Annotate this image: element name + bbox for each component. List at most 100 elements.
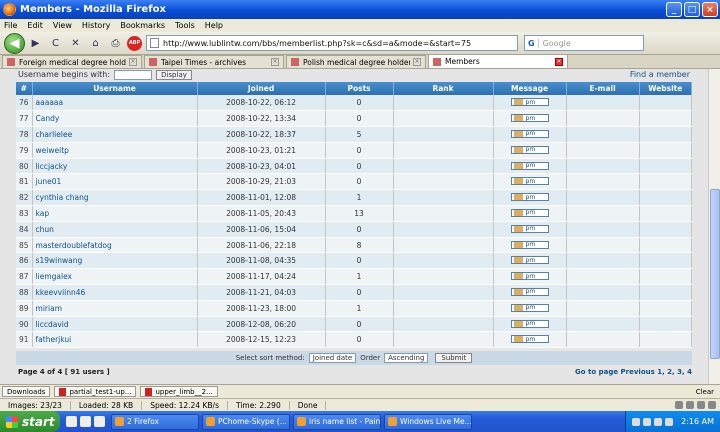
username-link[interactable]: liemgalex [32,268,198,286]
pm-button[interactable]: pm [510,98,549,107]
username-link[interactable]: miriam [32,300,198,317]
pm-button[interactable]: pm [510,319,549,328]
pm-button[interactable]: pm [510,224,549,233]
header-joined[interactable]: Joined [197,82,326,95]
pm-button[interactable]: pm [510,177,549,186]
menu-history[interactable]: History [82,21,110,30]
post-count[interactable]: 1 [325,268,394,286]
username-link[interactable]: masterdoublefatdog [32,237,198,254]
username-link[interactable]: Candy [32,110,198,128]
scrollbar-thumb[interactable] [710,189,720,359]
menu-edit[interactable]: Edit [27,21,43,30]
pm-button[interactable]: pm [510,240,549,249]
post-count[interactable]: 0 [325,284,394,301]
tab-taipei-times[interactable]: Taipei Times - archives × [144,55,284,68]
stop-button[interactable]: ✕ [67,35,84,52]
start-button[interactable]: start [0,411,60,432]
close-button[interactable]: × [702,2,718,17]
header-username[interactable]: Username [32,82,198,95]
display-button[interactable]: Display [156,69,192,80]
menu-file[interactable]: File [4,21,17,30]
post-count[interactable]: 8 [325,237,394,254]
post-count[interactable]: 0 [325,158,394,175]
pm-button[interactable]: pm [510,208,549,217]
find-member-link[interactable]: Find a member [630,70,690,79]
pm-button[interactable]: pm [510,256,549,265]
post-count[interactable]: 0 [325,252,394,270]
tab-polish-medical[interactable]: Polish medical degree holders a... × [286,55,426,68]
print-button[interactable]: ⎙ [107,35,124,52]
username-link[interactable]: s19winwang [32,252,198,270]
tray-icon[interactable] [665,417,674,426]
username-link[interactable]: kkeevviinn46 [32,284,198,301]
tray-icon[interactable] [643,417,652,426]
quick-launch-icon[interactable] [94,416,105,427]
menu-view[interactable]: View [53,21,72,30]
post-count[interactable]: 0 [325,316,394,333]
post-count[interactable]: 1 [325,300,394,317]
tab-foreign-medical[interactable]: Foreign medical degree holders ... × [2,55,142,68]
menu-tools[interactable]: Tools [175,21,195,30]
pm-button[interactable]: pm [510,272,549,281]
tab-close-icon[interactable]: × [271,58,279,66]
search-box[interactable]: G Google [524,35,644,51]
addon-icon[interactable] [675,401,683,409]
vertical-scrollbar[interactable] [708,69,720,384]
goto-page-links[interactable]: Go to page Previous 1, 2, 3, 4 [575,368,692,376]
tab-close-icon[interactable]: × [129,58,137,66]
header-number[interactable]: # [16,82,33,95]
tray-icon[interactable] [654,417,663,426]
username-link[interactable]: liccjacky [32,158,198,175]
post-count[interactable]: 13 [325,205,394,222]
tab-close-icon[interactable]: × [555,57,563,66]
header-posts[interactable]: Posts [325,82,394,95]
pm-button[interactable]: pm [510,145,549,154]
username-link[interactable]: liccdavid [32,316,198,333]
url-bar[interactable]: http://www.lublintw.com/bbs/memberlist.p… [146,35,518,51]
pm-button[interactable]: pm [510,114,549,123]
addon-icon[interactable] [708,401,716,409]
clear-downloads-button[interactable]: Clear [696,388,714,396]
username-link[interactable]: fatherjkui [32,331,198,349]
post-count[interactable]: 0 [325,95,394,112]
task-firefox[interactable]: 2 Firefox [111,413,199,430]
minimize-button[interactable]: _ [666,2,682,17]
username-begins-select[interactable] [114,69,153,80]
pm-button[interactable]: pm [510,303,549,312]
maximize-button[interactable]: □ [684,2,700,17]
pm-button[interactable]: pm [510,193,549,202]
task-skype[interactable]: PChome-Skype (... [202,413,290,430]
pm-button[interactable]: pm [510,335,549,344]
username-link[interactable]: weiweitp [32,142,198,159]
pm-button[interactable]: pm [510,161,549,170]
addon-icon[interactable] [697,401,705,409]
submit-button[interactable]: Submit [435,353,473,363]
post-count[interactable]: 0 [325,331,394,349]
addon-icon[interactable] [686,401,694,409]
order-select[interactable]: Ascending [384,353,429,363]
username-link[interactable]: cynthia chang [32,189,198,207]
forward-button[interactable]: ▶ [27,35,44,52]
adblock-button[interactable]: ABP [127,35,142,51]
task-live-messenger[interactable]: Windows Live Me... [384,413,472,430]
pm-button[interactable]: pm [510,129,549,138]
post-count[interactable]: 5 [325,126,394,143]
post-count[interactable]: 0 [325,221,394,238]
header-rank[interactable]: Rank [393,82,494,95]
post-count[interactable]: 0 [325,142,394,159]
download-item[interactable]: partial_test1-up... [54,386,137,397]
quick-launch-icon[interactable] [80,416,91,427]
tray-icon[interactable] [632,417,641,426]
pm-button[interactable]: pm [510,287,549,296]
username-link[interactable]: chun [32,221,198,238]
downloads-button[interactable]: Downloads [2,386,51,397]
menu-help[interactable]: Help [205,21,223,30]
post-count[interactable]: 0 [325,110,394,128]
back-button[interactable]: ◀ [4,32,25,54]
download-item[interactable]: upper_limb__2... [140,386,218,397]
quick-launch-icon[interactable] [66,416,77,427]
sort-method-select[interactable]: Joined date [308,353,357,363]
username-link[interactable]: june01 [32,173,198,191]
menu-bookmarks[interactable]: Bookmarks [120,21,165,30]
home-button[interactable]: ⌂ [87,35,104,52]
